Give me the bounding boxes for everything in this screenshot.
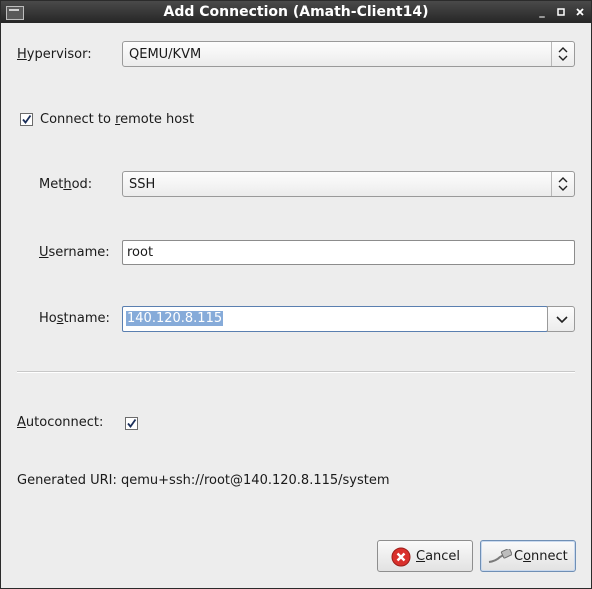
autoconnect-checkbox[interactable] (125, 417, 138, 430)
hypervisor-select[interactable]: QEMU/KVM (122, 41, 575, 67)
cancel-button[interactable]: Cancel (377, 540, 473, 572)
connect-plug-icon (488, 549, 512, 563)
method-value: SSH (129, 177, 156, 192)
autoconnect-label[interactable]: Autoconnect: (17, 415, 103, 430)
checkmark-icon (22, 114, 32, 124)
separator (17, 371, 575, 373)
hostname-field[interactable]: 140.120.8.115 (122, 306, 548, 332)
connect-button-label: Connect (514, 549, 568, 564)
method-select[interactable]: SSH (122, 171, 575, 197)
minimize-button[interactable]: _ (535, 5, 549, 19)
up-down-arrows-icon (558, 47, 568, 61)
up-down-arrows-icon (558, 177, 568, 191)
chevron-down-icon (556, 316, 568, 324)
maximize-button[interactable] (554, 5, 568, 19)
remote-host-checkbox[interactable] (20, 113, 33, 126)
hostname-label: Hostname: (39, 311, 110, 326)
checkmark-icon (127, 418, 137, 428)
username-field[interactable]: root (122, 240, 575, 265)
cancel-icon (391, 547, 411, 567)
title-bar[interactable]: Add Connection (Amath-Client14) _ (1, 1, 591, 23)
generated-uri-label: Generated URI: (17, 473, 117, 488)
maximize-icon (557, 8, 565, 16)
hypervisor-dropdown-arrow[interactable] (551, 42, 574, 66)
add-connection-dialog: Add Connection (Amath-Client14) _ Hyperv… (0, 0, 592, 589)
method-dropdown-arrow[interactable] (551, 172, 574, 196)
connect-button[interactable]: Connect (480, 540, 576, 572)
hostname-history-button[interactable] (547, 306, 575, 332)
hypervisor-value: QEMU/KVM (129, 47, 202, 62)
method-label: Method: (39, 177, 93, 192)
close-window-button[interactable] (573, 5, 587, 19)
username-value: root (127, 245, 154, 260)
window-title: Add Connection (Amath-Client14) (163, 4, 429, 20)
cancel-button-label: Cancel (416, 549, 461, 564)
username-label: Username: (39, 245, 110, 260)
hypervisor-label: Hypervisor: (17, 47, 92, 62)
hostname-value: 140.120.8.115 (126, 311, 224, 326)
generated-uri-value: qemu+ssh://root@140.120.8.115/system (121, 473, 390, 488)
remote-host-label[interactable]: Connect to remote host (40, 112, 194, 127)
close-icon (576, 8, 584, 16)
